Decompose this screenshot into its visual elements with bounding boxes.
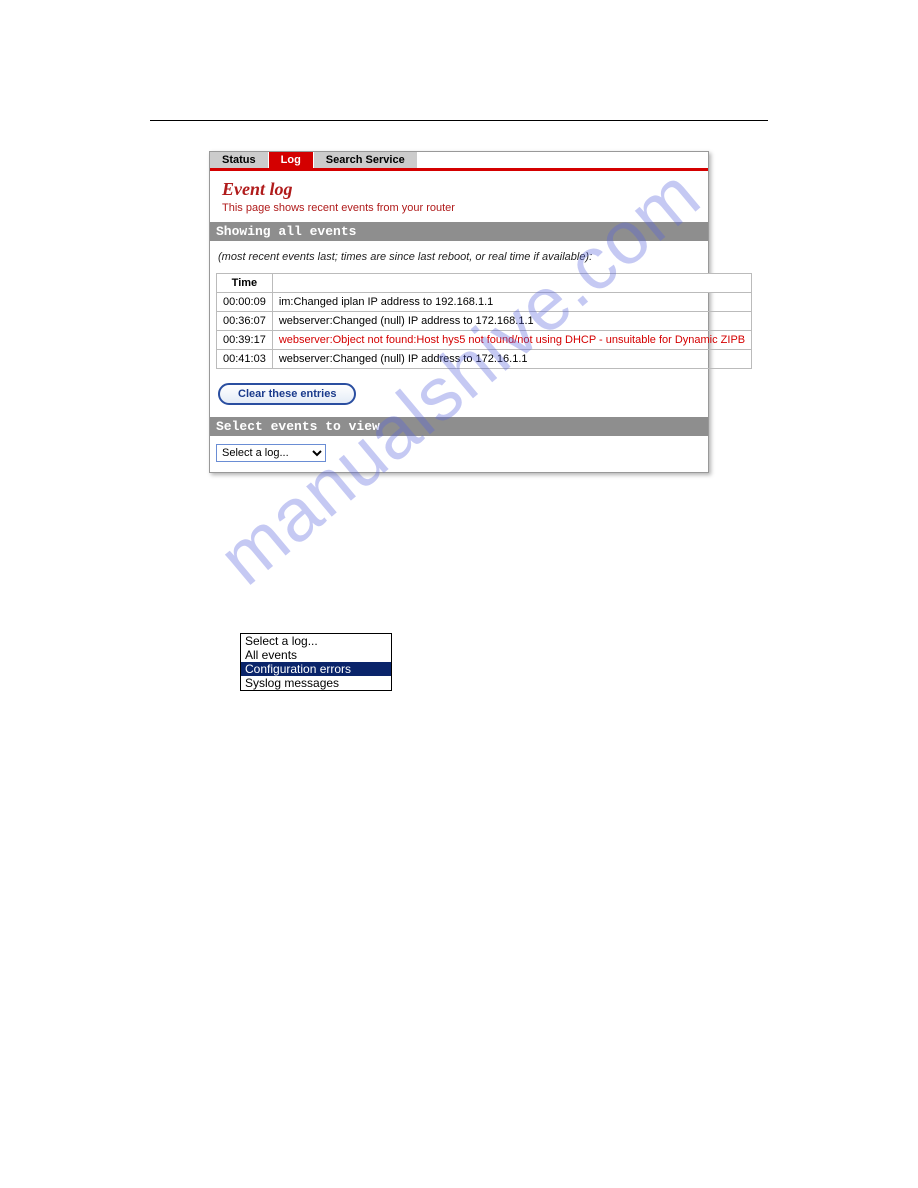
cell-msg: im:Changed iplan IP address to 192.168.1… bbox=[272, 293, 751, 312]
table-row: 00:39:17webserver:Object not found:Host … bbox=[217, 331, 752, 350]
tab-bar: Status Log Search Service bbox=[210, 152, 708, 171]
table-row: 00:36:07webserver:Changed (null) IP addr… bbox=[217, 312, 752, 331]
section-select-events: Select events to view bbox=[210, 417, 708, 436]
cell-msg: webserver:Changed (null) IP address to 1… bbox=[272, 312, 751, 331]
events-table: Time 00:00:09im:Changed iplan IP address… bbox=[216, 273, 752, 369]
cell-time: 00:36:07 bbox=[217, 312, 273, 331]
cell-time: 00:39:17 bbox=[217, 331, 273, 350]
dd-option-syslog[interactable]: Syslog messages bbox=[241, 676, 391, 690]
events-hint: (most recent events last; times are sinc… bbox=[210, 241, 708, 273]
top-divider bbox=[150, 120, 768, 121]
tab-log[interactable]: Log bbox=[269, 152, 313, 168]
col-time: Time bbox=[217, 274, 273, 293]
cell-msg: webserver:Object not found:Host hys5 not… bbox=[272, 331, 751, 350]
event-log-panel: Status Log Search Service Event log This… bbox=[209, 151, 709, 473]
cell-time: 00:41:03 bbox=[217, 350, 273, 369]
page-title: Event log bbox=[222, 179, 696, 200]
section-showing-all: Showing all events bbox=[210, 222, 708, 241]
clear-entries-button[interactable]: Clear these entries bbox=[218, 383, 356, 405]
page-subtitle: This page shows recent events from your … bbox=[222, 202, 696, 214]
tab-search-service[interactable]: Search Service bbox=[314, 152, 417, 168]
dd-option-all-events[interactable]: All events bbox=[241, 648, 391, 662]
table-row: 00:41:03webserver:Changed (null) IP addr… bbox=[217, 350, 752, 369]
dd-option-select[interactable]: Select a log... bbox=[241, 634, 391, 648]
cell-msg: webserver:Changed (null) IP address to 1… bbox=[272, 350, 751, 369]
cell-time: 00:00:09 bbox=[217, 293, 273, 312]
col-msg bbox=[272, 274, 751, 293]
header-section: Event log This page shows recent events … bbox=[210, 171, 708, 222]
table-row: 00:00:09im:Changed iplan IP address to 1… bbox=[217, 293, 752, 312]
dd-option-config-errors[interactable]: Configuration errors bbox=[241, 662, 391, 676]
log-select[interactable]: Select a log... bbox=[216, 444, 326, 462]
tab-status[interactable]: Status bbox=[210, 152, 268, 168]
log-dropdown-open: Select a log... All events Configuration… bbox=[240, 633, 392, 691]
